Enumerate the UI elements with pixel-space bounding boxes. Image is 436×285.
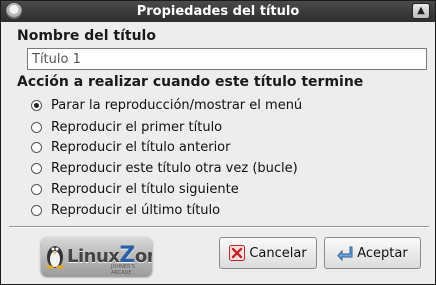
cancel-button-label: Cancelar xyxy=(249,245,307,261)
option-stop-show-menu[interactable]: Parar la reproducción/mostrar el menú xyxy=(31,96,302,114)
logo-subtext: JOHNER'S ARCADE xyxy=(111,264,136,276)
title-bar[interactable]: Propiedades del título ▲ xyxy=(1,1,435,22)
option-play-next-title[interactable]: Reproducir el título siguiente xyxy=(31,180,239,198)
accept-button[interactable]: Aceptar xyxy=(324,237,421,269)
option-label: Reproducir el primer título xyxy=(51,119,223,135)
option-play-first-title[interactable]: Reproducir el primer título xyxy=(31,118,222,136)
title-name-input[interactable] xyxy=(27,48,427,70)
window-title: Propiedades del título xyxy=(136,4,300,19)
cancel-x-icon xyxy=(229,245,246,261)
radio-button[interactable] xyxy=(31,183,42,195)
option-label: Parar la reproducción/mostrar el menú xyxy=(51,97,303,113)
option-label: Reproducir el título siguiente xyxy=(51,181,239,197)
option-play-previous-title[interactable]: Reproducir el título anterior xyxy=(31,138,230,156)
action-section-label: Acción a realizar cuando este título ter… xyxy=(17,74,364,90)
linuxzone-logo: LinuxZone JOHNER'S ARCADE xyxy=(41,237,152,276)
radio-button[interactable] xyxy=(31,121,42,133)
option-label: Reproducir el último título xyxy=(51,202,221,218)
radio-button[interactable] xyxy=(31,204,42,216)
name-section-label: Nombre del título xyxy=(17,28,156,44)
properties-dialog: Propiedades del título ▲ Nombre del títu… xyxy=(0,0,436,285)
enter-arrow-icon xyxy=(337,246,353,261)
cancel-button[interactable]: Cancelar xyxy=(219,237,317,269)
separator xyxy=(9,226,429,228)
radio-button[interactable] xyxy=(31,162,42,174)
option-play-last-title[interactable]: Reproducir el último título xyxy=(31,201,220,219)
tux-penguin-icon xyxy=(46,246,64,269)
option-label: Reproducir el título anterior xyxy=(51,139,231,155)
option-label: Reproducir este título otra vez (bucle) xyxy=(51,160,298,176)
option-repeat-title[interactable]: Reproducir este título otra vez (bucle) xyxy=(31,159,298,177)
radio-button[interactable] xyxy=(31,141,42,153)
maximize-button[interactable]: ▲ xyxy=(412,3,430,19)
accept-button-label: Aceptar xyxy=(357,245,408,261)
radio-button-selected[interactable] xyxy=(31,99,42,111)
